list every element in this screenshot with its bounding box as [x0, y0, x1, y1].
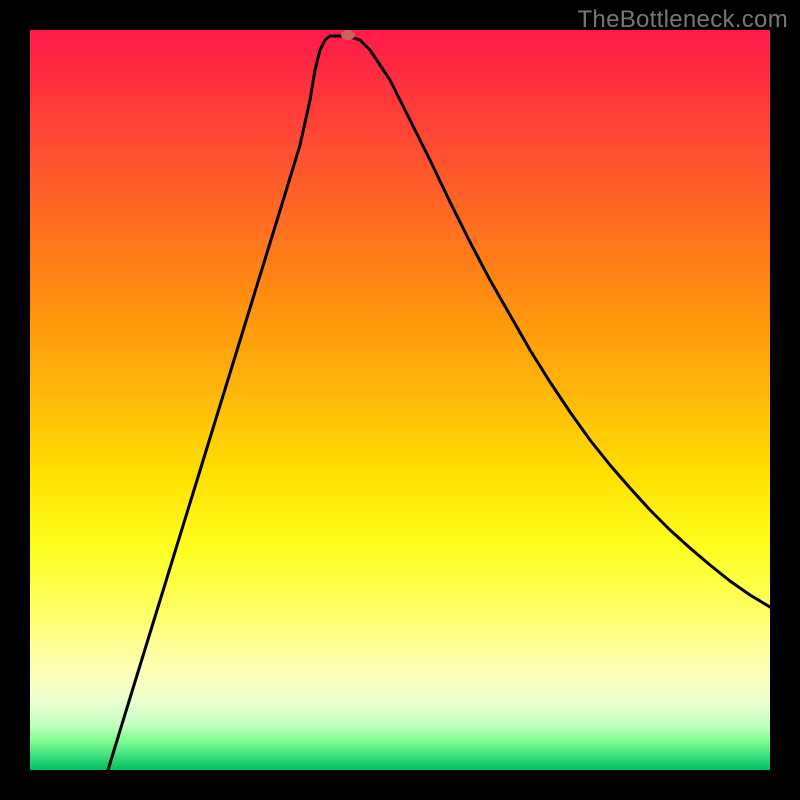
chart-marker — [341, 30, 355, 40]
chart-frame — [0, 0, 800, 800]
watermark: TheBottleneck.com — [577, 6, 788, 34]
chart-curve — [30, 30, 770, 770]
chart-container: TheBottleneck.com — [0, 0, 800, 800]
